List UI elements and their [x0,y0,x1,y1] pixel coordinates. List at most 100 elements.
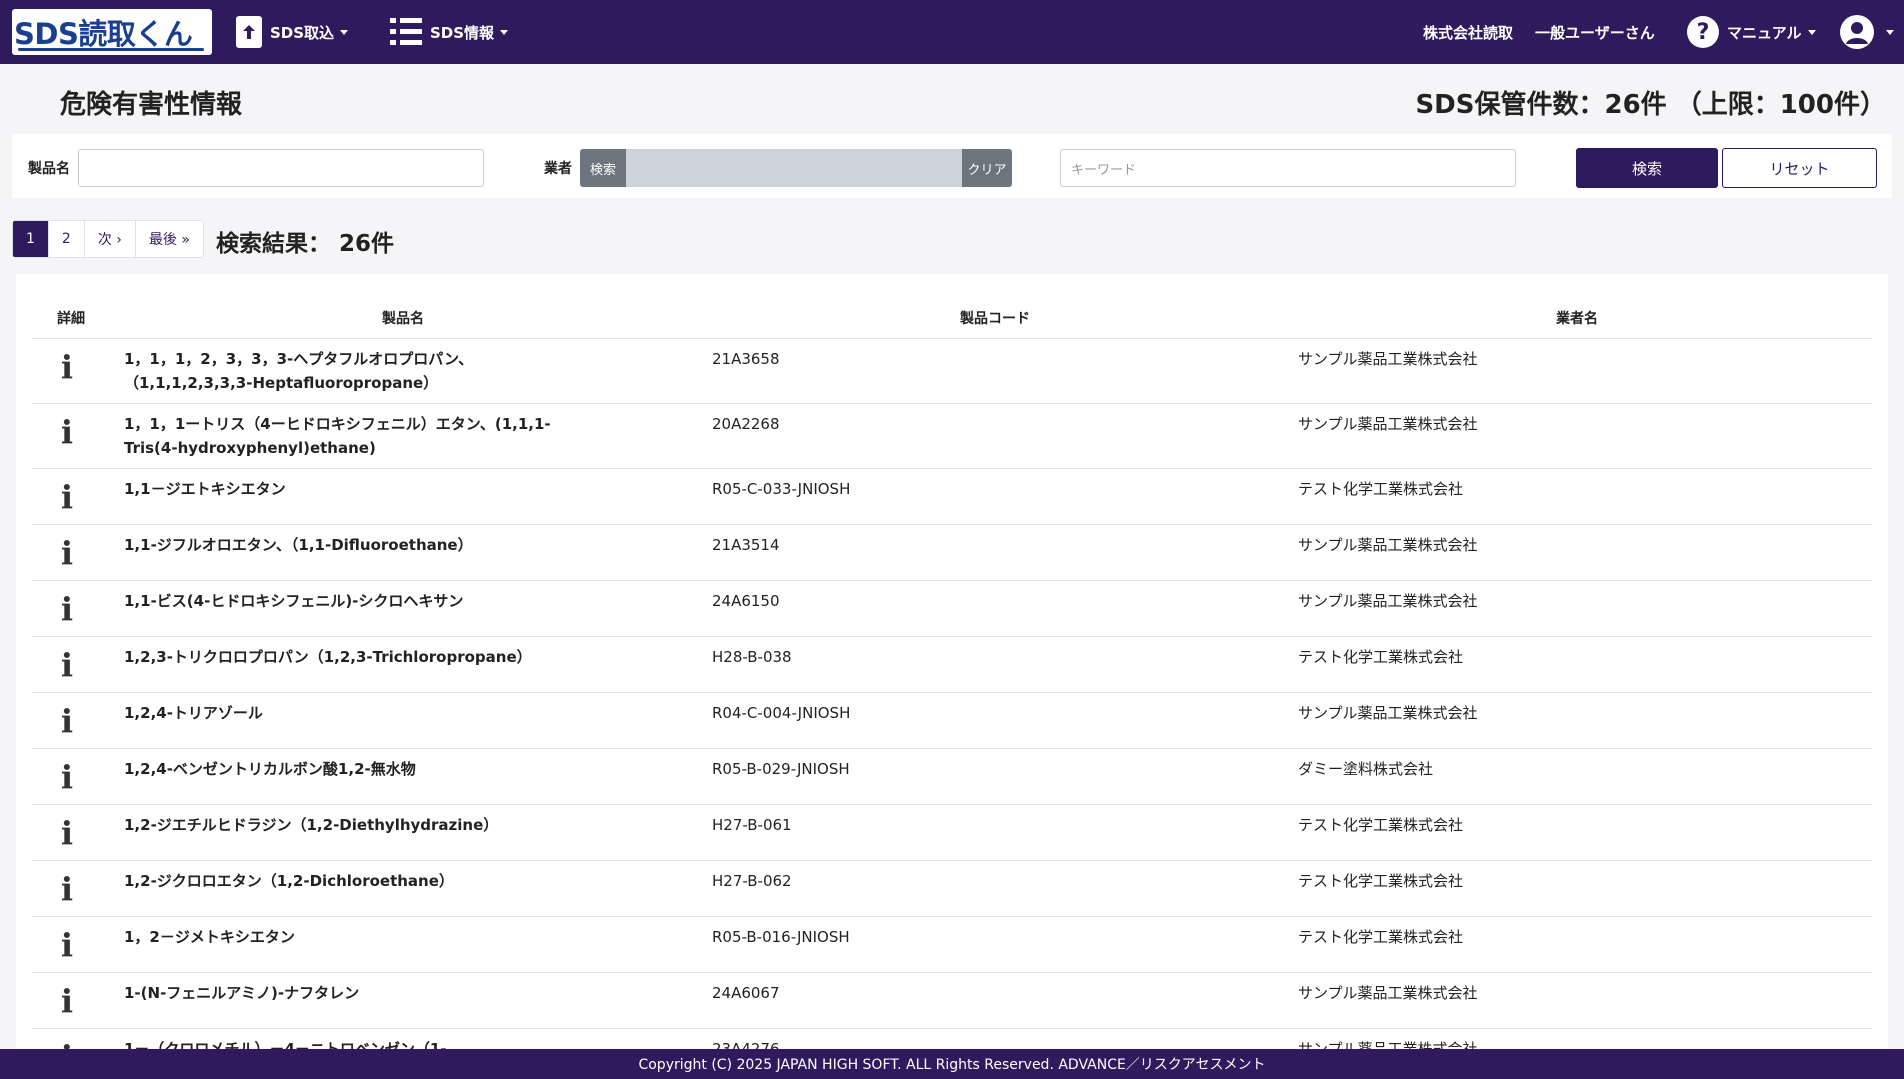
info-icon[interactable]: i [56,592,78,626]
vendor-name-cell: テスト化学工業株式会社 [1298,480,1464,498]
vendor-name-cell: サンプル薬品工業株式会社 [1298,1040,1478,1049]
keyword-input[interactable]: キーワード [1060,149,1516,187]
footer: Copyright (C) 2025 JAPAN HIGH SOFT. ALL … [0,1049,1904,1079]
page-1-link[interactable]: 1 [13,221,49,257]
result-count: 検索結果： 26件 [216,231,395,257]
list-icon [390,18,422,46]
product-code-cell: 21A3514 [712,536,780,554]
col-header-vendor: 業者名 [1556,311,1598,327]
info-icon[interactable]: i [56,760,78,794]
info-icon[interactable]: i [56,350,78,384]
nav-manual-menu[interactable]: ? マニュアル [1687,0,1816,64]
info-icon[interactable]: i [56,480,78,514]
chevron-down-icon [1807,29,1816,35]
table-row: i 1，2－ジメトキシエタン R05-B-016-JNIOSH テスト化学工業株式会社 [32,917,1872,973]
product-code-cell: 20A2268 [712,415,780,433]
table-row: i 1,2,4-トリアゾール R04-C-004-JNIOSH サンプル薬品工業株式会… [32,693,1872,749]
pagination: 1 2 次 › 最後 » [12,220,204,258]
search-panel: 製品名 業者 検索 クリア キーワード 検索 リセット [12,134,1892,198]
storage-count: SDS保管件数：26件 （上限：100件） [1415,90,1886,120]
product-code-cell: H28-B-038 [712,648,792,666]
table-row: i 1,2-ジクロロエタン（1,2-Dichloroethane） H27-B-06… [32,861,1872,917]
product-name-cell: 1，1，1ートリス（4ーヒドロキシフェニル）エタン、(1,1,1-Tris(4-… [124,415,551,457]
product-code-cell: 23A4276 [712,1040,780,1049]
vendor-name-cell: サンプル薬品工業株式会社 [1298,592,1478,610]
info-icon[interactable]: i [56,928,78,962]
vendor-name-cell: テスト化学工業株式会社 [1298,928,1464,946]
info-icon[interactable]: i [56,704,78,738]
col-header-product-code: 製品コード [960,311,1030,327]
user-account-menu[interactable] [1840,0,1894,64]
product-code-cell: R05-C-033-JNIOSH [712,480,851,498]
search-button[interactable]: 検索 [1576,148,1718,188]
product-code-cell: 24A6067 [712,984,780,1002]
vendor-search-button[interactable]: 検索 [580,149,626,187]
col-header-product-name: 製品名 [382,311,424,327]
vendor-name-cell: サンプル薬品工業株式会社 [1298,984,1478,1002]
vendor-name-cell: サンプル薬品工業株式会社 [1298,350,1478,368]
chevron-down-icon [500,29,509,35]
vendor-name-cell: サンプル薬品工業株式会社 [1298,704,1478,722]
info-icon[interactable]: i [56,415,78,449]
info-icon[interactable]: i [56,984,78,1018]
vendor-name-cell: テスト化学工業株式会社 [1298,648,1464,666]
product-code-cell: 24A6150 [712,592,780,610]
last-page-link[interactable]: 最後 » [136,221,203,257]
table-row: i 1-(N-フェニルアミノ)-ナフタレン 24A6067 サンプル薬品工業株式会社 [32,973,1872,1029]
product-name-cell: 1,2,4-トリアゾール [124,704,263,722]
page-2-link[interactable]: 2 [49,221,85,257]
info-icon[interactable]: i [56,536,78,570]
info-icon[interactable]: i [56,1040,78,1049]
results-table: 詳細 製品名 製品コード 業者名 i 1，1，1，2，3，3，3-ヘプタフルオロプ… [16,274,1888,1049]
product-name-cell: 1,1－ジエトキシエタン [124,480,286,498]
product-code-cell: R05-B-016-JNIOSH [712,928,850,946]
product-name-cell: 1,1-ビス(4-ヒドロキシフェニル)-シクロヘキサン [124,592,464,610]
product-code-cell: R05-B-029-JNIOSH [712,760,850,778]
upload-icon [236,16,262,48]
product-name-input[interactable] [78,149,484,187]
vendor-name-cell: テスト化学工業株式会社 [1298,872,1464,890]
nav-sds-info-label: SDS情報 [430,23,495,42]
table-row: i 1,1-ビス(4-ヒドロキシフェニル)-シクロヘキサン 24A6150 サンプル薬… [32,581,1872,637]
product-name-cell: 1,2,3-トリクロロプロパン（1,2,3-Trichloropropane） [124,648,532,666]
reset-button[interactable]: リセット [1722,148,1877,188]
product-name-cell: 1－（クロロメチル）－4－ニトロベンゼン（1-(Chloromethyl)-4-… [124,1040,447,1049]
app-logo-text: SDS読取くん [14,17,193,51]
table-row: i 1,1－ジエトキシエタン R05-C-033-JNIOSH テスト化学工業株式会社 [32,469,1872,525]
table-row: i 1，1，1ートリス（4ーヒドロキシフェニル）エタン、(1,1,1-Tris(4… [32,404,1872,469]
product-name-cell: 1,2,4-ベンゼントリカルボン酸1,2-無水物 [124,760,416,778]
next-page-link[interactable]: 次 › [85,221,136,257]
col-header-detail: 詳細 [57,311,85,327]
vendor-label: 業者 [544,161,572,177]
nav-sds-import-label: SDS取込 [270,23,335,42]
page-title: 危険有害性情報 [60,90,243,120]
table-row: i 1－（クロロメチル）－4－ニトロベンゼン（1-(Chloromethyl)-4… [32,1029,1872,1049]
info-icon[interactable]: i [56,648,78,682]
nav-sds-import-menu[interactable]: SDS取込 [236,0,349,64]
user-name: 一般ユーザーさん [1535,23,1655,42]
table-row: i 1,2,3-トリクロロプロパン（1,2,3-Trichloropropane）… [32,637,1872,693]
product-name-cell: 1,2-ジクロロエタン（1,2-Dichloroethane） [124,872,454,890]
vendor-name-cell: ダミー塗料株式会社 [1298,760,1434,778]
chevron-down-icon [1886,29,1894,35]
vendor-name-cell: テスト化学工業株式会社 [1298,816,1464,834]
info-icon[interactable]: i [56,872,78,906]
vendor-name-cell: サンプル薬品工業株式会社 [1298,415,1478,433]
vendor-clear-button[interactable]: クリア [962,149,1012,187]
help-icon: ? [1687,16,1719,48]
product-code-cell: 21A3658 [712,350,780,368]
company-name: 株式会社読取 [1423,23,1514,42]
user-icon [1840,15,1874,49]
vendor-field[interactable] [626,149,962,187]
product-code-cell: H27-B-061 [712,816,792,834]
chevron-down-icon [340,29,349,35]
nav-sds-info-menu[interactable]: SDS情報 [390,0,509,64]
vendor-selector: 検索 クリア [580,149,1012,187]
product-name-label: 製品名 [28,161,70,177]
product-code-cell: R04-C-004-JNIOSH [712,704,851,722]
vendor-name-cell: サンプル薬品工業株式会社 [1298,536,1478,554]
app-logo[interactable]: SDS読取くん [12,9,212,55]
info-icon[interactable]: i [56,816,78,850]
table-row: i 1,1-ジフルオロエタン、（1,1-Difluoroethane） 21A351… [32,525,1872,581]
product-name-cell: 1，1，1，2，3，3，3-ヘプタフルオロプロパン、（1,1,1,2,3,3,3… [124,350,474,392]
